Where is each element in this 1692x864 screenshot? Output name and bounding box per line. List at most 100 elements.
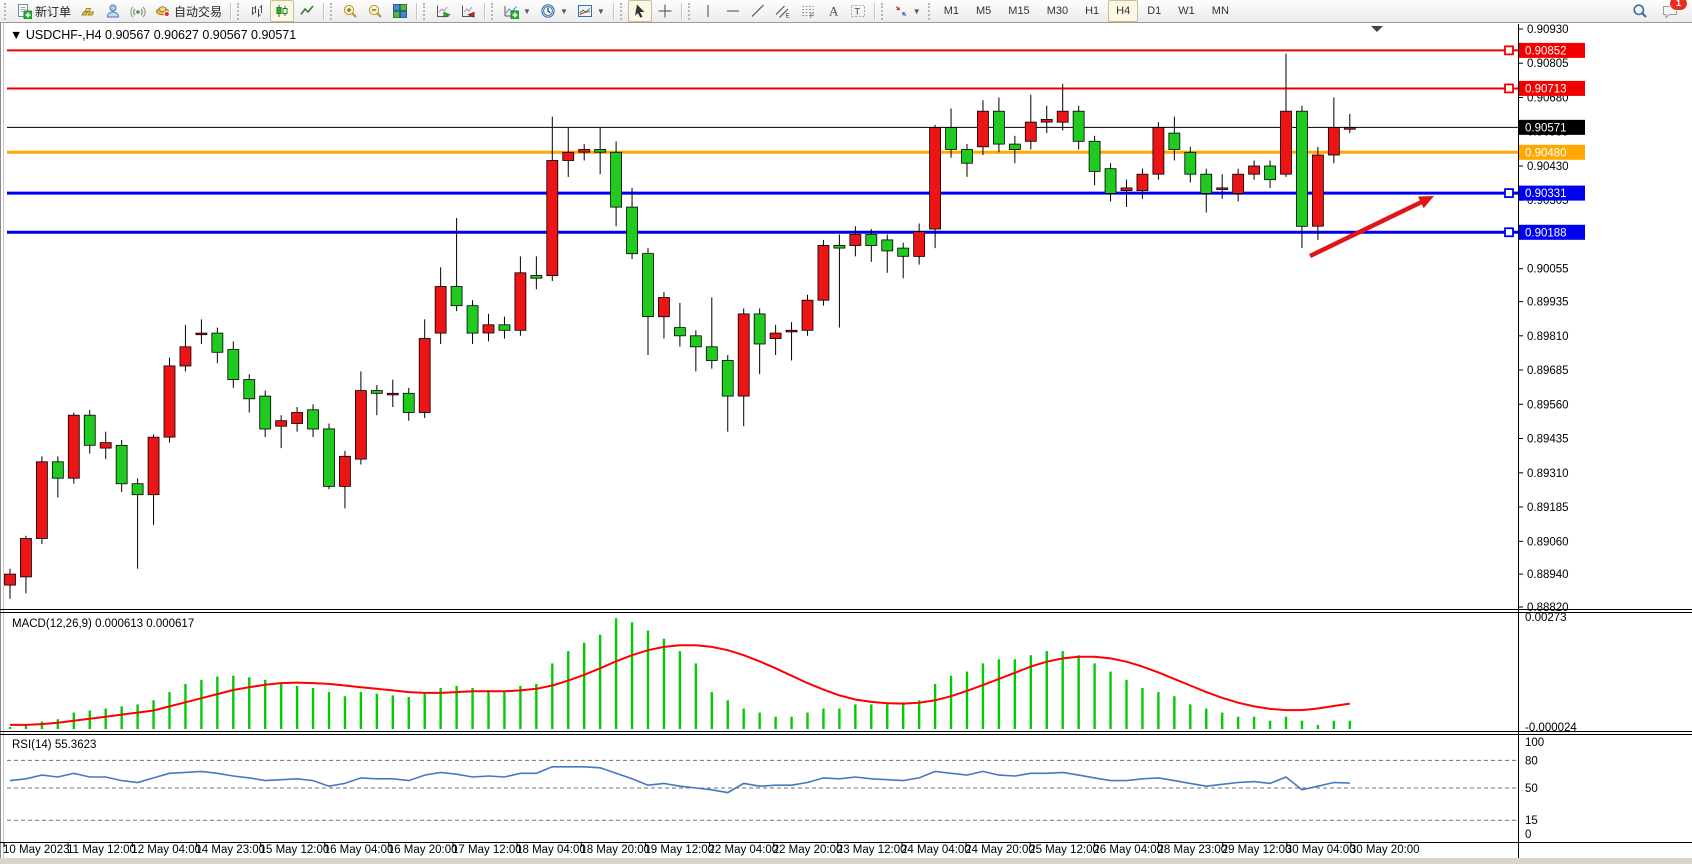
price-tick-label: 0.90930	[1527, 24, 1569, 36]
candle-chart-button[interactable]	[270, 0, 294, 22]
cursor-button[interactable]	[628, 0, 652, 22]
price-badge-0.90331: 0.90331	[1519, 186, 1585, 201]
signals-button[interactable]	[126, 0, 150, 22]
time-tick-label: 16 May 20:00	[388, 844, 458, 856]
template-icon	[577, 3, 593, 19]
zoom-out-button[interactable]	[363, 0, 387, 22]
toolbar-grip	[491, 3, 496, 20]
toolbar-grip	[423, 3, 428, 20]
search-button[interactable]	[1628, 0, 1652, 22]
price-badge-0.90480: 0.90480	[1519, 145, 1585, 160]
toolbar-separator	[416, 3, 417, 20]
svg-text:0.90713: 0.90713	[1525, 83, 1567, 95]
trendline-icon	[750, 3, 766, 19]
community-button[interactable]	[101, 0, 125, 22]
time-tick-label: 22 May 04:00	[709, 844, 779, 856]
svg-text:0.90331: 0.90331	[1525, 188, 1567, 200]
timeframe-d1-button[interactable]: D1	[1139, 0, 1169, 22]
time-tick-label: 24 May 04:00	[901, 844, 971, 856]
hline-icon	[725, 3, 741, 19]
rsi-axis-label: 80	[1525, 755, 1538, 767]
toolbar-separator	[230, 3, 231, 20]
toolbar-grip	[330, 3, 335, 20]
new-order-button[interactable]: 新订单	[12, 0, 75, 22]
timeframe-mn-button[interactable]: MN	[1204, 0, 1237, 22]
level-handle[interactable]	[1505, 84, 1513, 92]
svg-text:0.90571: 0.90571	[1525, 122, 1567, 134]
time-tick-label: 16 May 04:00	[324, 844, 394, 856]
level-handle[interactable]	[1505, 189, 1513, 197]
time-tick-label: 25 May 12:00	[1029, 844, 1099, 856]
tile-windows-button[interactable]	[388, 0, 412, 22]
fibonacci-button[interactable]: F	[796, 0, 820, 22]
chevron-down-icon: ▼	[523, 7, 531, 16]
equidistant-channel-button[interactable]: E	[771, 0, 795, 22]
svg-text:0.90852: 0.90852	[1525, 45, 1567, 57]
periods-button[interactable]: ▼	[536, 0, 572, 22]
toolbar-grip	[881, 3, 886, 20]
time-tick-label: 30 May 20:00	[1350, 844, 1420, 856]
chart-title: ▼ USDCHF-,H4 0.90567 0.90627 0.90567 0.9…	[10, 28, 296, 42]
price-tick-label: 0.89435	[1527, 434, 1569, 446]
crosshair-button[interactable]	[653, 0, 677, 22]
time-tick-label: 18 May 20:00	[580, 844, 650, 856]
timeframe-w1-button[interactable]: W1	[1170, 0, 1203, 22]
toolbar-separator	[681, 3, 682, 20]
search-icon	[1632, 3, 1648, 19]
autotrading-icon	[155, 3, 171, 19]
chart-shift-button[interactable]	[456, 0, 480, 22]
candle	[116, 440, 127, 492]
candle	[36, 456, 47, 544]
arrows-button[interactable]: ▼	[889, 0, 925, 22]
timeframe-m5-button[interactable]: M5	[968, 0, 999, 22]
level-handle[interactable]	[1505, 46, 1513, 54]
zoom-in-icon	[342, 3, 358, 19]
rsi-axis-label: 0	[1525, 829, 1531, 841]
time-tick-label: 19 May 12:00	[644, 844, 714, 856]
zoom-in-button[interactable]	[338, 0, 362, 22]
price-tick-label: 0.89810	[1527, 331, 1569, 343]
line-chart-icon	[299, 3, 315, 19]
price-tick-label: 0.89685	[1527, 365, 1569, 377]
fibo-icon: F	[800, 3, 816, 19]
indicators-button[interactable]: ▼	[499, 0, 535, 22]
time-tick-label: 11 May 12:00	[67, 844, 136, 856]
timeframe-h4-button[interactable]: H4	[1108, 0, 1138, 22]
notifications-button[interactable]: 1	[1658, 0, 1682, 22]
text-a-icon: A	[825, 3, 841, 19]
line-chart-button[interactable]	[295, 0, 319, 22]
level-handle[interactable]	[1505, 228, 1513, 236]
indicator-add-icon	[503, 3, 519, 19]
tile-windows-icon	[392, 3, 408, 19]
price-tick-label: 0.90430	[1527, 161, 1569, 173]
rsi-axis-label: 15	[1525, 815, 1538, 827]
timeframe-m1-button[interactable]: M1	[936, 0, 967, 22]
rsi-axis-label: 50	[1525, 783, 1538, 795]
candle	[818, 240, 829, 306]
autotrading-button[interactable]: 自动交易	[151, 0, 226, 22]
timeframe-m15-button[interactable]: M15	[1000, 0, 1037, 22]
svg-text:E: E	[785, 13, 790, 20]
toolbar-separator	[874, 3, 875, 20]
signal-icon	[130, 3, 146, 19]
auto-scroll-button[interactable]	[431, 0, 455, 22]
text-label-button[interactable]: T	[846, 0, 870, 22]
time-tick-label: 22 May 20:00	[773, 844, 843, 856]
market-button[interactable]	[76, 0, 100, 22]
svg-text:A: A	[829, 4, 839, 19]
timeframe-m30-button[interactable]: M30	[1039, 0, 1076, 22]
bar-chart-button[interactable]	[245, 0, 269, 22]
templates-button[interactable]: ▼	[573, 0, 609, 22]
toolbar-grip	[237, 3, 242, 20]
window-bottom-edge	[0, 858, 1692, 864]
text-button[interactable]: A	[821, 0, 845, 22]
candle	[802, 295, 813, 336]
chart-canvas[interactable]: 0.909300.908050.906800.905550.904300.903…	[0, 0, 1692, 864]
svg-text:0.90188: 0.90188	[1525, 227, 1567, 239]
timeframe-h1-button[interactable]: H1	[1077, 0, 1107, 22]
horizontal-line-button[interactable]	[721, 0, 745, 22]
candle	[68, 413, 79, 484]
price-tick-label: 0.89560	[1527, 399, 1569, 411]
vertical-line-button[interactable]	[696, 0, 720, 22]
trendline-button[interactable]	[746, 0, 770, 22]
